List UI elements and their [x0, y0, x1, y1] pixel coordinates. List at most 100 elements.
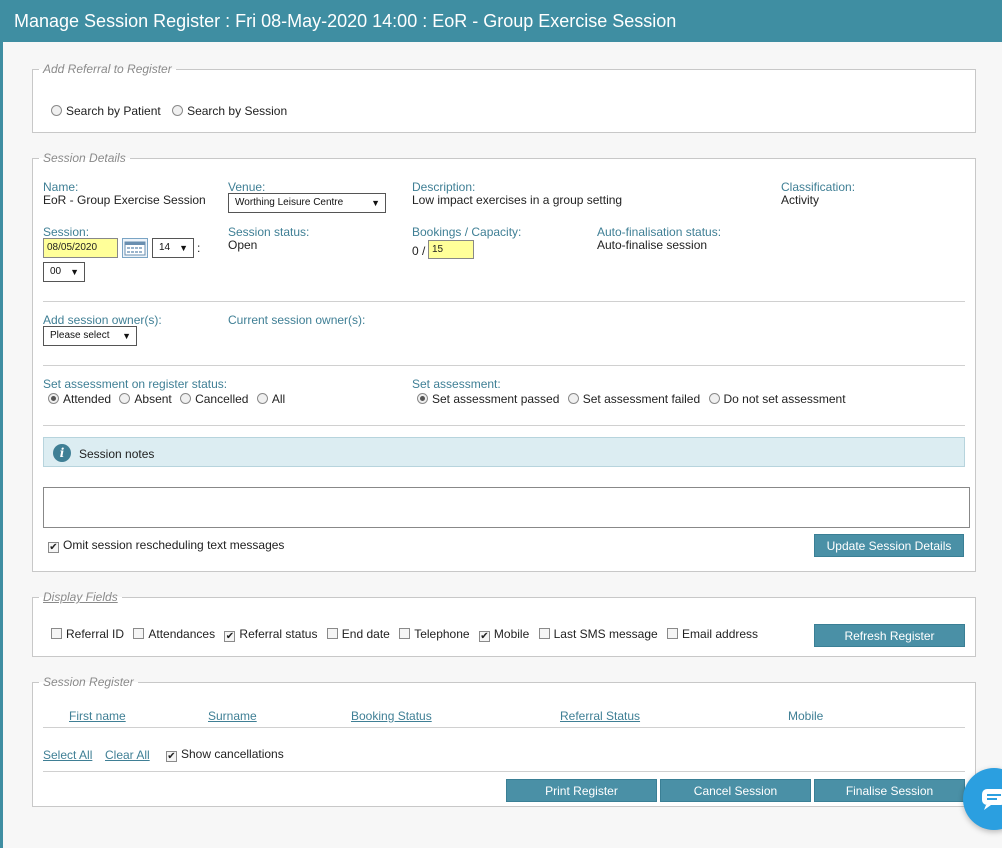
session-status-value: Open	[228, 238, 258, 252]
session-hour-select[interactable]: 14 ▼	[152, 238, 194, 258]
set-assessment-options: Set assessment passed Set assessment fai…	[417, 392, 846, 406]
session-register-legend: Session Register	[43, 675, 134, 689]
session-status-label: Session status:	[228, 225, 310, 239]
failed-radio[interactable]	[567, 393, 579, 404]
search-by-patient-radio[interactable]	[51, 105, 62, 116]
field-last-sms[interactable]: Last SMS message	[538, 627, 658, 641]
refresh-register-button[interactable]: Refresh Register	[814, 624, 965, 647]
column-mobile: Mobile	[788, 709, 824, 723]
page-title: Manage Session Register : Fri 08-May-202…	[0, 0, 1002, 42]
absent-label: Absent	[134, 392, 172, 406]
show-cancellations-checkbox[interactable]: ✔	[166, 751, 177, 762]
session-minute-select[interactable]: 00 ▼	[43, 262, 85, 282]
divider	[43, 425, 965, 426]
cancelled-label: Cancelled	[195, 392, 249, 406]
status-option-absent[interactable]: Absent	[119, 392, 172, 406]
field-email[interactable]: Email address	[667, 627, 758, 641]
search-by-patient-label: Search by Patient	[66, 104, 161, 118]
mobile-label: Mobile	[493, 627, 530, 641]
field-mobile[interactable]: ✔ Mobile	[478, 627, 530, 642]
column-first-name[interactable]: First name	[69, 709, 126, 723]
update-session-details-button[interactable]: Update Session Details	[814, 534, 964, 557]
venue-select-value: Worthing Leisure Centre	[235, 197, 344, 208]
attendances-label: Attendances	[148, 627, 216, 641]
session-hour-value: 14	[159, 242, 171, 253]
info-icon: i	[53, 444, 71, 462]
last-sms-label: Last SMS message	[553, 627, 658, 641]
cancelled-radio[interactable]	[180, 393, 192, 404]
all-radio[interactable]	[256, 393, 268, 404]
display-fields-legend[interactable]: Display Fields	[39, 590, 122, 604]
assessment-option-failed[interactable]: Set assessment failed	[567, 392, 701, 406]
email-label: Email address	[682, 627, 759, 641]
absent-radio[interactable]	[119, 393, 131, 404]
none-radio[interactable]	[708, 393, 720, 404]
omit-sms-option[interactable]: ✔ Omit session rescheduling text messages	[48, 538, 284, 553]
divider	[43, 727, 965, 728]
session-owner-select[interactable]: Please select ▼	[43, 326, 137, 346]
column-referral-status[interactable]: Referral Status	[560, 709, 640, 723]
bookings-capacity-label: Bookings / Capacity:	[412, 225, 522, 239]
clear-all-link[interactable]: Clear All	[105, 748, 150, 762]
session-notes-bar: i Session notes	[43, 437, 965, 467]
chevron-down-icon: ▼	[122, 331, 131, 341]
session-date-input[interactable]: 08/05/2020	[43, 238, 118, 258]
referral-status-checkbox[interactable]: ✔	[224, 631, 236, 642]
search-by-patient-option[interactable]: Search by Patient	[51, 104, 164, 118]
assessment-option-none[interactable]: Do not set assessment	[708, 392, 846, 406]
field-attendances[interactable]: Attendances	[133, 627, 215, 641]
email-checkbox[interactable]	[667, 628, 679, 639]
attendances-checkbox[interactable]	[133, 628, 145, 639]
current-session-owner-label: Current session owner(s):	[228, 313, 366, 327]
session-label: Session:	[43, 225, 90, 239]
add-referral-section: Add Referral to Register Search by Patie…	[32, 62, 976, 133]
search-by-session-radio[interactable]	[172, 105, 184, 116]
assessment-register-status-options: Attended Absent Cancelled All	[48, 392, 285, 406]
field-end-date[interactable]: End date	[326, 627, 390, 641]
field-telephone[interactable]: Telephone	[399, 627, 470, 641]
add-session-owner-label: Add session owner(s):	[43, 313, 162, 327]
field-referral-id[interactable]: Referral ID	[51, 627, 124, 641]
name-label: Name:	[43, 180, 79, 194]
column-surname[interactable]: Surname	[208, 709, 257, 723]
last-sms-checkbox[interactable]	[538, 628, 550, 639]
mobile-checkbox[interactable]: ✔	[478, 631, 490, 642]
status-option-cancelled[interactable]: Cancelled	[180, 392, 248, 406]
omit-sms-checkbox[interactable]: ✔	[48, 542, 59, 553]
all-label: All	[271, 392, 286, 406]
cancel-session-button[interactable]: Cancel Session	[660, 779, 811, 802]
referral-id-checkbox[interactable]	[51, 628, 62, 639]
venue-select[interactable]: Worthing Leisure Centre ▼	[228, 193, 386, 213]
show-cancellations-option[interactable]: ✔ Show cancellations	[166, 747, 284, 762]
search-by-session-option[interactable]: Search by Session	[172, 104, 287, 118]
field-referral-status[interactable]: ✔ Referral status	[224, 627, 318, 642]
capacity-input[interactable]: 15	[428, 240, 474, 259]
bookings-value: 0 /	[412, 244, 426, 258]
divider	[43, 771, 965, 772]
status-option-attended[interactable]: Attended	[48, 392, 111, 406]
calendar-icon[interactable]	[122, 238, 148, 258]
print-register-button[interactable]: Print Register	[506, 779, 657, 802]
column-booking-status[interactable]: Booking Status	[351, 709, 432, 723]
none-label: Do not set assessment	[723, 392, 846, 406]
session-owner-select-value: Please select	[50, 330, 110, 341]
display-fields-options: Referral ID Attendances ✔ Referral status…	[51, 627, 758, 642]
add-referral-legend: Add Referral to Register	[43, 62, 172, 76]
assessment-option-passed[interactable]: Set assessment passed	[417, 392, 559, 406]
select-all-link[interactable]: Select All	[43, 748, 92, 762]
status-option-all[interactable]: All	[256, 392, 286, 406]
end-date-checkbox[interactable]	[326, 628, 338, 639]
display-fields-section: Display Fields Referral ID Attendances ✔…	[32, 590, 976, 657]
session-minute-value: 00	[50, 266, 62, 277]
session-notes-textarea[interactable]	[43, 487, 970, 528]
description-label: Description:	[412, 180, 476, 194]
attended-radio[interactable]	[48, 393, 59, 404]
telephone-checkbox[interactable]	[399, 628, 411, 639]
passed-radio[interactable]	[417, 393, 428, 404]
referral-status-label: Referral status	[239, 627, 318, 641]
chevron-down-icon: ▼	[70, 267, 79, 277]
finalise-session-button[interactable]: Finalise Session	[814, 779, 965, 802]
failed-label: Set assessment failed	[582, 392, 701, 406]
time-separator: :	[197, 241, 201, 255]
auto-finalisation-label: Auto-finalisation status:	[597, 225, 722, 239]
